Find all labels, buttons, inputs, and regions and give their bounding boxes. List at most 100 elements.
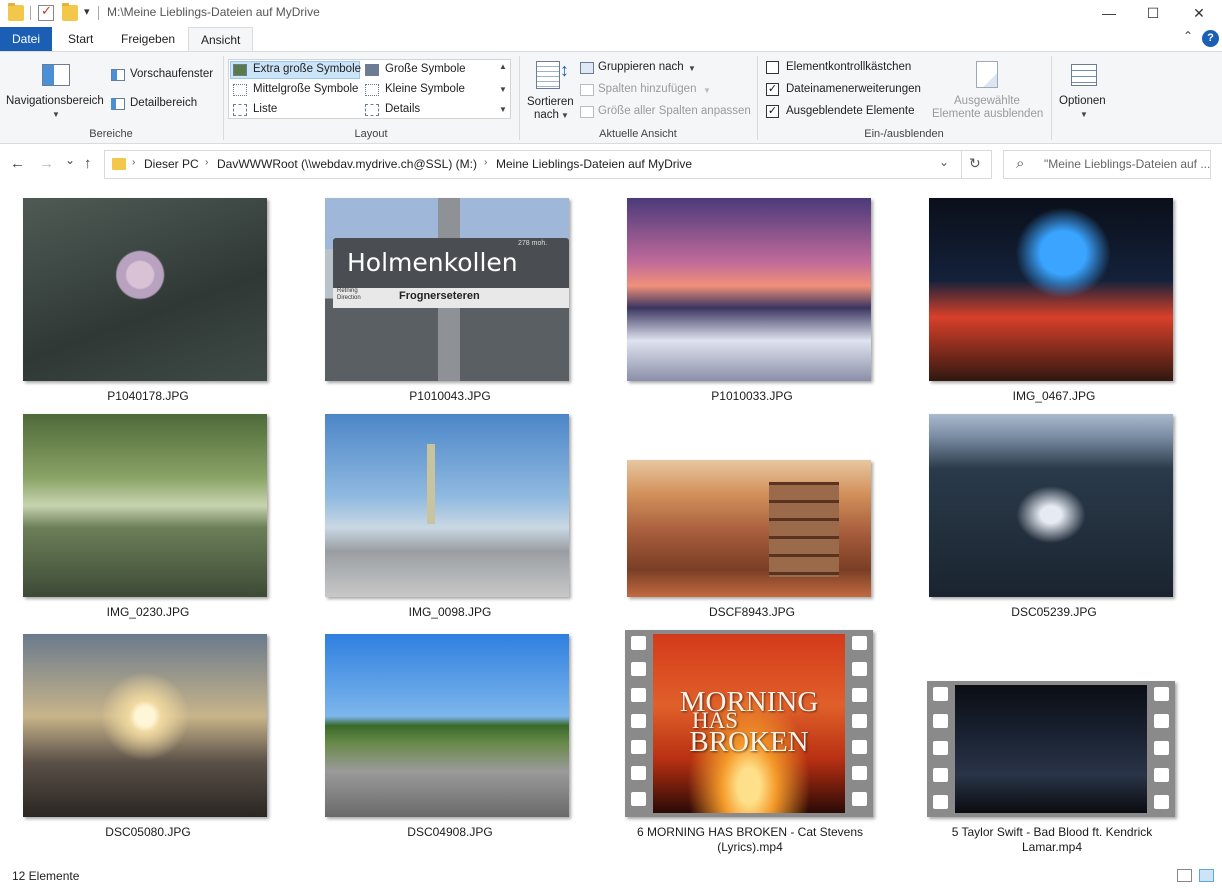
extra-large-icons-icon: [233, 64, 247, 76]
new-folder-icon[interactable]: [62, 3, 78, 21]
title-bar: ▾ M:\Meine Lieblings-Dateien auf MyDrive…: [0, 0, 1222, 26]
size-all-columns-button[interactable]: Größe aller Spalten anpassen: [598, 105, 751, 117]
file-name: IMG_0230.JPG: [106, 605, 190, 619]
address-bar[interactable]: › Dieser PC › DavWWWRoot (\\webdav.mydri…: [104, 150, 992, 179]
quick-access-dropdown-icon[interactable]: ▾: [84, 5, 90, 18]
layout-large-icons[interactable]: Große Symbole: [385, 63, 466, 75]
chevron-down-icon[interactable]: ▼: [52, 110, 60, 119]
layout-medium-icons[interactable]: Mittelgroße Symbole: [253, 83, 358, 95]
photo-thumbnail[interactable]: [627, 198, 871, 381]
list-icon: [233, 104, 247, 116]
photo-thumbnail[interactable]: [929, 198, 1173, 381]
breadcrumb-separator[interactable]: ›: [205, 157, 208, 168]
expand-gallery-icon[interactable]: ▼: [499, 105, 507, 114]
scroll-down-icon[interactable]: ▼: [499, 85, 507, 94]
file-name: DSC05080.JPG: [105, 825, 191, 839]
back-button[interactable]: ←: [10, 155, 25, 172]
file-extensions-checkbox[interactable]: ✓: [766, 83, 779, 96]
scroll-up-icon[interactable]: ▲: [499, 62, 507, 71]
size-columns-icon: [580, 106, 594, 118]
options-icon: [1071, 64, 1097, 86]
file-view: P1040178.JPG Holmenkollen 278 moh. Retni…: [0, 186, 1222, 864]
divider: [30, 6, 31, 20]
group-label-layout: Layout: [354, 128, 388, 140]
sort-by-button-line2[interactable]: nach: [534, 109, 559, 121]
item-count: 12 Elemente: [12, 869, 80, 883]
photo-thumbnail[interactable]: [627, 460, 871, 597]
up-button[interactable]: ↑: [84, 155, 92, 172]
breadcrumb-current-folder[interactable]: Meine Lieblings-Dateien auf MyDrive: [496, 157, 692, 171]
details-view-icon[interactable]: [1177, 869, 1192, 882]
file-name: DSCF8943.JPG: [708, 605, 796, 619]
help-icon[interactable]: ?: [1202, 30, 1219, 47]
layout-extra-large-icons[interactable]: Extra große Symbole: [253, 63, 361, 75]
properties-icon[interactable]: [38, 3, 54, 21]
chevron-down-icon[interactable]: ▼: [688, 64, 696, 73]
file-extensions-label: Dateinamenerweiterungen: [786, 83, 921, 95]
group-by-icon: [580, 62, 594, 74]
add-columns-button[interactable]: Spalten hinzufügen: [598, 83, 696, 95]
tab-ansicht[interactable]: Ansicht: [188, 27, 254, 52]
breadcrumb-separator[interactable]: ›: [484, 157, 487, 168]
tab-datei[interactable]: Datei: [0, 27, 52, 52]
file-name: 6 MORNING HAS BROKEN - Cat Stevens (Lyri…: [636, 825, 864, 854]
details-icon: [365, 104, 379, 116]
details-pane-button[interactable]: Detailbereich: [130, 97, 197, 109]
folder-icon: [112, 158, 126, 170]
file-name: P1040178.JPG: [107, 389, 189, 403]
photo-thumbnail[interactable]: [23, 634, 267, 817]
navigation-pane-button[interactable]: Navigationsbereich: [6, 95, 104, 107]
forward-button[interactable]: →: [39, 155, 54, 172]
sort-arrow-icon: ↕: [560, 60, 569, 80]
video-thumbnail[interactable]: MORNING HAS BROKEN: [625, 630, 873, 817]
hidden-items-checkbox[interactable]: ✓: [766, 105, 779, 118]
address-dropdown-icon[interactable]: ⌄: [939, 155, 949, 169]
breadcrumb-separator[interactable]: ›: [132, 157, 135, 168]
minimize-button[interactable]: —: [1086, 0, 1132, 26]
file-name: P1010033.JPG: [711, 389, 793, 403]
search-box[interactable]: ⌕ "Meine Lieblings-Dateien auf ...: [1003, 150, 1211, 179]
refresh-button[interactable]: ↻: [969, 155, 981, 172]
group-label-show-hide: Ein-/ausblenden: [864, 128, 944, 140]
chevron-down-icon: ▼: [703, 86, 711, 95]
photo-thumbnail[interactable]: Holmenkollen 278 moh. Retning Direction F…: [325, 198, 569, 381]
sort-icon: [536, 61, 560, 89]
photo-thumbnail[interactable]: [929, 414, 1173, 597]
recent-locations-button[interactable]: ⌄: [65, 153, 75, 167]
breadcrumb-drive[interactable]: DavWWWRoot (\\webdav.mydrive.ch@SSL) (M:…: [217, 157, 477, 171]
ribbon-tabs: Datei Start Freigeben Ansicht: [0, 27, 1222, 52]
hide-selected-button-line1[interactable]: Ausgewählte: [954, 95, 1020, 107]
sign-altitude: 278 moh.: [518, 240, 548, 247]
preview-pane-button[interactable]: Vorschaufenster: [130, 68, 213, 80]
search-placeholder[interactable]: "Meine Lieblings-Dateien auf ...: [1044, 157, 1210, 171]
breadcrumb-this-pc[interactable]: Dieser PC: [144, 157, 199, 171]
ribbon-collapse-icon[interactable]: ⌃: [1183, 29, 1193, 43]
item-checkboxes-checkbox[interactable]: [766, 61, 779, 74]
hide-selected-button-line2[interactable]: Elemente ausblenden: [932, 108, 1043, 120]
layout-list[interactable]: Liste: [253, 103, 277, 115]
navigation-pane-icon: [42, 64, 70, 86]
divider: [961, 151, 962, 178]
small-icons-icon: [365, 84, 379, 96]
file-name: 5 Taylor Swift - Bad Blood ft. Kendrick …: [951, 825, 1153, 854]
chevron-down-icon[interactable]: ▼: [561, 111, 569, 120]
file-name: IMG_0467.JPG: [1012, 389, 1096, 403]
group-by-button[interactable]: Gruppieren nach: [598, 61, 684, 73]
maximize-button[interactable]: ☐: [1130, 0, 1176, 26]
photo-thumbnail[interactable]: [325, 414, 569, 597]
photo-thumbnail[interactable]: [325, 634, 569, 817]
large-icons-view-icon[interactable]: [1199, 869, 1214, 882]
tab-freigeben[interactable]: Freigeben: [109, 27, 187, 52]
video-thumbnail[interactable]: [927, 681, 1175, 817]
search-icon: ⌕: [1016, 155, 1025, 172]
layout-small-icons[interactable]: Kleine Symbole: [385, 83, 465, 95]
status-bar: 12 Elemente: [0, 864, 1222, 888]
close-button[interactable]: ✕: [1176, 0, 1222, 26]
photo-thumbnail[interactable]: [23, 414, 267, 597]
sort-by-button-line1[interactable]: Sortieren: [527, 96, 574, 108]
options-button[interactable]: Optionen: [1059, 95, 1106, 107]
tab-start[interactable]: Start: [56, 27, 105, 52]
photo-thumbnail[interactable]: [23, 198, 267, 381]
layout-details[interactable]: Details: [385, 103, 420, 115]
chevron-down-icon[interactable]: ▼: [1080, 110, 1088, 119]
